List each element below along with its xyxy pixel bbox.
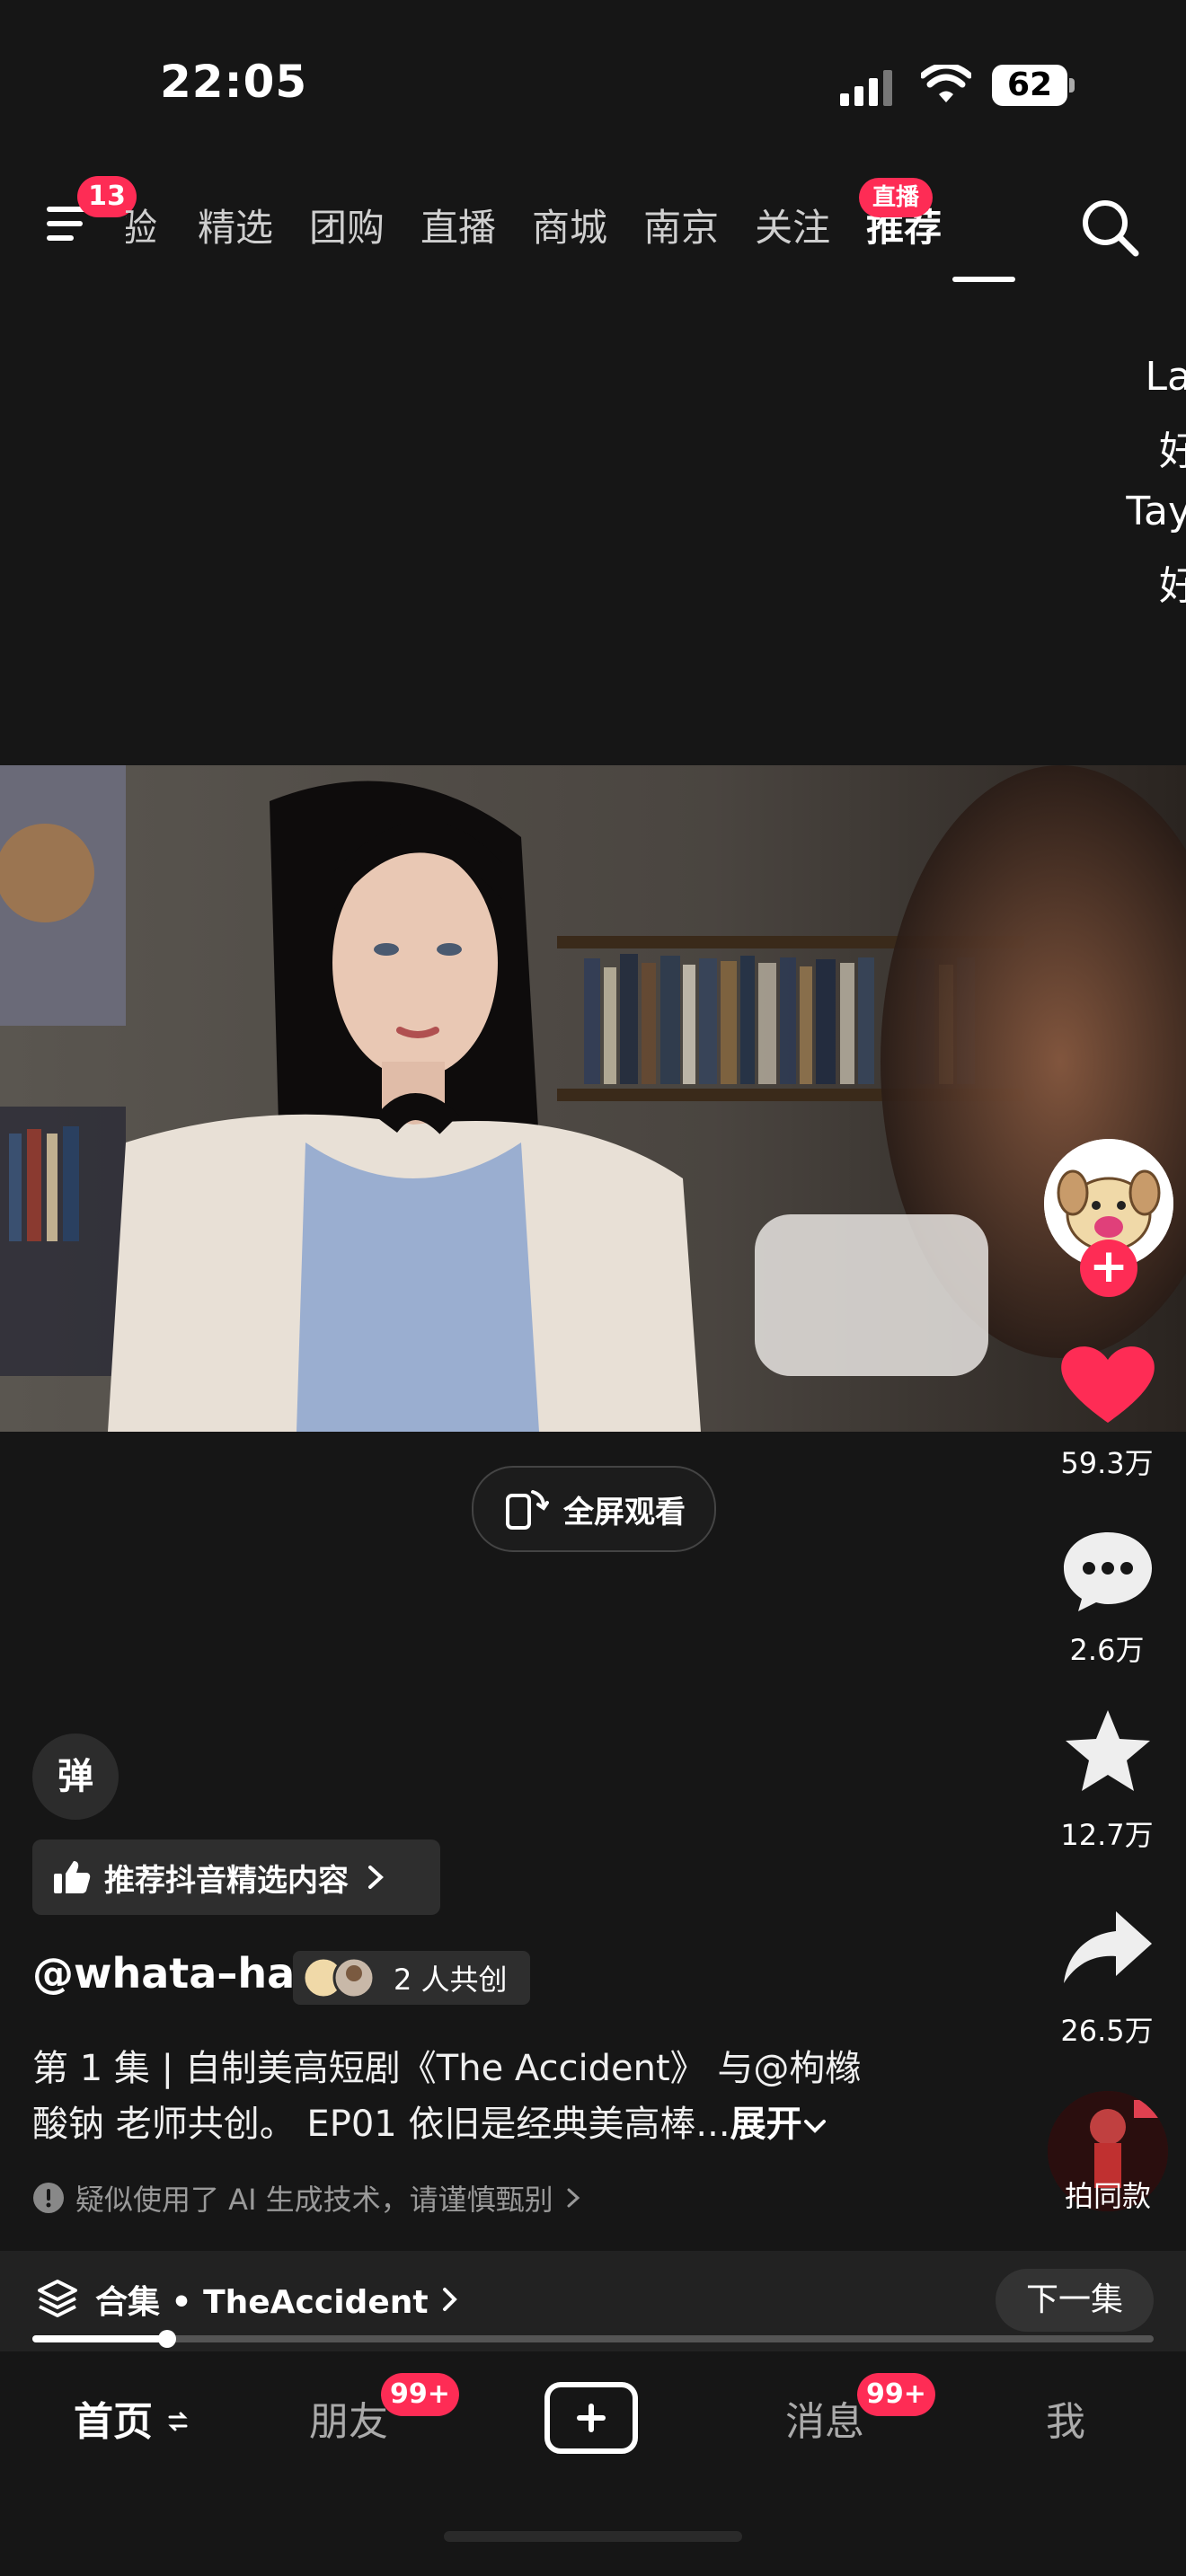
edge-text-2: 好: [1159, 428, 1186, 474]
chevron-right-icon: [443, 2288, 457, 2311]
comment-icon[interactable]: [1058, 1527, 1157, 1613]
chevron-down-icon: [803, 2120, 826, 2133]
friends-badge: 99+: [381, 2373, 459, 2416]
cellular-signal-icon: [840, 70, 892, 106]
recommend-chip[interactable]: 推荐抖音精选内容: [32, 1839, 440, 1915]
edge-text-4: 好: [1159, 563, 1186, 609]
tab-home-label: 首页: [74, 2399, 153, 2445]
ai-notice[interactable]: 疑似使用了 AI 生成技术，请谨慎甄别: [32, 2177, 582, 2219]
playback-progress-track[interactable]: [32, 2335, 1154, 2342]
warning-circle-icon: [33, 2183, 64, 2213]
edge-text-1: La: [1145, 354, 1186, 400]
rotate-phone-icon: [506, 1490, 549, 1530]
description-line-2-wrap: 酸钠 老师共创。 EP01 依旧是经典美高棒...展开: [32, 2096, 1003, 2152]
follow-button[interactable]: +: [1080, 1239, 1137, 1297]
battery-indicator: 62: [992, 65, 1075, 106]
tab-friends[interactable]: 朋友: [309, 2389, 388, 2447]
like-heart-icon[interactable]: [1058, 1340, 1157, 1426]
tab-me[interactable]: 我: [1046, 2389, 1085, 2447]
search-icon[interactable]: [1078, 196, 1141, 259]
video-frame-image: [0, 765, 1186, 1432]
layers-icon: [38, 2280, 77, 2317]
comment-count: 2.6万: [1069, 1633, 1145, 1667]
top-tabs: 验 精选 团购 直播 商城 南京 关注 推荐: [126, 198, 978, 251]
tab-mall[interactable]: 商城: [532, 198, 607, 252]
collection-title[interactable]: 合集 • TheAccident: [95, 2276, 459, 2323]
author-name[interactable]: @whata–ha: [32, 1949, 295, 1998]
plus-icon: [577, 2404, 606, 2432]
following-live-badge: 直播: [859, 178, 933, 217]
tab-nanjing[interactable]: 南京: [643, 198, 719, 252]
tab-featured[interactable]: 精选: [198, 198, 273, 252]
same-style-label[interactable]: 拍同款: [1033, 2174, 1182, 2215]
expand-description-button[interactable]: 展开: [730, 2104, 802, 2145]
fullscreen-label: 全屏观看: [563, 1494, 686, 1531]
home-indicator: [444, 2531, 742, 2542]
tab-group-buy[interactable]: 团购: [309, 198, 385, 252]
like-count: 59.3万: [1060, 1446, 1154, 1480]
playback-progress-fill: [32, 2335, 167, 2342]
tab-home[interactable]: 首页: [74, 2389, 190, 2447]
share-arrow-icon[interactable]: [1058, 1904, 1157, 1990]
edge-text-3: Tay: [1126, 489, 1186, 534]
tab-partial[interactable]: 验: [126, 198, 157, 252]
status-time: 22:05: [160, 56, 308, 108]
battery-level: 62: [992, 65, 1067, 106]
description-line-1: 第 1 集 | 自制美高短剧《The Accident》 与@枸橼: [32, 2048, 862, 2089]
danmu-toggle-button[interactable]: 弹: [32, 1734, 119, 1820]
share-count: 26.5万: [1060, 2014, 1154, 2048]
favorite-count: 12.7万: [1060, 1818, 1154, 1852]
create-post-button[interactable]: [544, 2382, 638, 2454]
chevron-right-icon: [567, 2188, 580, 2208]
co-creator-avatars: [302, 1956, 376, 1999]
favorite-star-icon[interactable]: [1058, 1708, 1157, 1795]
active-tab-indicator: [952, 277, 1015, 282]
video-description: 第 1 集 | 自制美高短剧《The Accident》 与@枸橼 酸钠 老师共…: [32, 2041, 1003, 2152]
wifi-icon: [921, 65, 971, 102]
playback-progress-handle[interactable]: [158, 2330, 176, 2348]
tab-live[interactable]: 直播: [420, 198, 496, 252]
video-player[interactable]: [0, 765, 1186, 1432]
thumbs-up-icon: [54, 1861, 91, 1893]
recommend-chip-label: 推荐抖音精选内容: [104, 1862, 349, 1899]
tab-following[interactable]: 关注: [755, 198, 830, 252]
ai-notice-text: 疑似使用了 AI 生成技术，请谨慎甄别: [75, 2183, 553, 2217]
co-creator-label: 2 人共创: [394, 1963, 508, 1997]
description-line-2: 酸钠 老师共创。 EP01 依旧是经典美高棒...: [32, 2104, 730, 2145]
messages-badge: 99+: [857, 2373, 935, 2416]
co-creator-chip[interactable]: 2 人共创: [293, 1951, 530, 2005]
collection-title-text: 合集 • TheAccident: [95, 2284, 429, 2321]
tab-messages[interactable]: 消息: [785, 2389, 864, 2447]
swap-icon: [168, 2412, 188, 2431]
fullscreen-button[interactable]: 全屏观看: [472, 1466, 716, 1552]
chevron-right-icon: [368, 1866, 384, 1889]
next-episode-button[interactable]: 下一集: [996, 2269, 1154, 2332]
